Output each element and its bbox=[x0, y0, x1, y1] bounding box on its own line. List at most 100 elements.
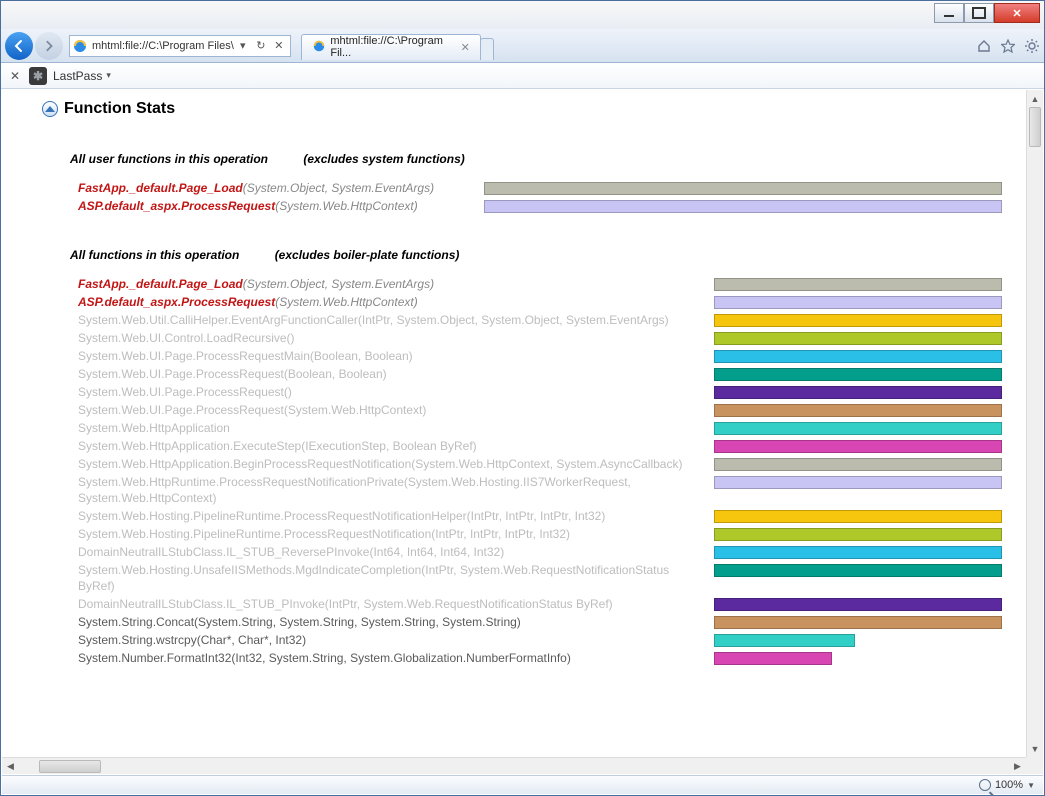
zoom-icon[interactable] bbox=[979, 779, 991, 791]
home-icon[interactable] bbox=[976, 38, 992, 54]
collapse-toggle-icon[interactable] bbox=[42, 101, 58, 117]
tools-icon[interactable] bbox=[1024, 38, 1040, 54]
function-label[interactable]: System.Web.UI.Page.ProcessRequestMain(Bo… bbox=[78, 348, 714, 364]
window-frame: mhtml:file://C:\Program Files\ ▾ ↻ ✕ mht… bbox=[0, 0, 1045, 796]
ie-logo-icon bbox=[72, 38, 88, 54]
scroll-corner bbox=[1026, 757, 1043, 774]
function-label[interactable]: System.Web.UI.Control.LoadRecursive() bbox=[78, 330, 714, 346]
function-row: System.Web.Hosting.PipelineRuntime.Proce… bbox=[78, 526, 1002, 542]
function-row: System.String.Concat(System.String, Syst… bbox=[78, 614, 1002, 630]
favorites-icon[interactable] bbox=[1000, 38, 1016, 54]
close-button[interactable] bbox=[994, 3, 1040, 23]
tab-close-icon[interactable]: ✕ bbox=[461, 41, 470, 54]
time-bar bbox=[714, 350, 1002, 363]
function-label[interactable]: DomainNeutralILStubClass.IL_STUB_PInvoke… bbox=[78, 596, 714, 612]
lastpass-dropdown-icon[interactable]: ▾ bbox=[106, 70, 111, 81]
time-bar bbox=[714, 564, 1002, 577]
time-bar bbox=[714, 368, 1002, 381]
lastpass-icon[interactable]: ✱ bbox=[29, 67, 47, 85]
function-label[interactable]: System.Web.Hosting.UnsafeIISMethods.MgdI… bbox=[78, 562, 714, 594]
function-label[interactable]: System.String.wstrcpy(Char*, Char*, Int3… bbox=[78, 632, 714, 648]
function-label[interactable]: System.Web.Util.CalliHelper.EventArgFunc… bbox=[78, 312, 714, 328]
function-row: FastApp._default.Page_Load(System.Object… bbox=[78, 180, 1002, 196]
browser-toolbar: mhtml:file://C:\Program Files\ ▾ ↻ ✕ mht… bbox=[1, 29, 1044, 63]
time-bar bbox=[714, 296, 1002, 309]
function-label[interactable]: System.Number.FormatInt32(Int32, System.… bbox=[78, 650, 714, 666]
time-bar bbox=[714, 404, 1002, 417]
arrow-left-icon bbox=[12, 39, 26, 53]
horizontal-scrollbar[interactable]: ◀ ▶ bbox=[2, 757, 1026, 774]
time-bar bbox=[714, 278, 1002, 291]
time-bar bbox=[714, 386, 1002, 399]
function-label[interactable]: System.Web.UI.Page.ProcessRequest(System… bbox=[78, 402, 714, 418]
forward-button[interactable] bbox=[35, 32, 63, 60]
back-button[interactable] bbox=[5, 32, 33, 60]
refresh-icon[interactable]: ↻ bbox=[252, 37, 270, 55]
function-label[interactable]: System.Web.UI.Page.ProcessRequest(Boolea… bbox=[78, 366, 714, 382]
vertical-scrollbar[interactable]: ▲ ▼ bbox=[1026, 90, 1043, 757]
function-label[interactable]: System.Web.HttpApplication.BeginProcessR… bbox=[78, 456, 714, 472]
title-bar bbox=[1, 1, 1044, 29]
function-row: System.Web.HttpRuntime.ProcessRequestNot… bbox=[78, 474, 1002, 506]
function-row: ASP.default_aspx.ProcessRequest(System.W… bbox=[78, 198, 1002, 214]
arrow-right-icon bbox=[43, 40, 55, 52]
time-bar bbox=[714, 652, 832, 665]
function-row: DomainNeutralILStubClass.IL_STUB_PInvoke… bbox=[78, 596, 1002, 612]
function-row: System.Web.HttpApplication bbox=[78, 420, 1002, 436]
scroll-down-icon[interactable]: ▼ bbox=[1027, 740, 1043, 757]
time-bar bbox=[484, 200, 1002, 213]
function-label[interactable]: ASP.default_aspx.ProcessRequest(System.W… bbox=[78, 294, 714, 310]
hscroll-thumb[interactable] bbox=[39, 760, 101, 773]
scroll-thumb[interactable] bbox=[1029, 107, 1041, 147]
function-row: System.Web.Util.CalliHelper.EventArgFunc… bbox=[78, 312, 1002, 328]
function-label[interactable]: System.Web.Hosting.PipelineRuntime.Proce… bbox=[78, 526, 714, 542]
scroll-right-icon[interactable]: ▶ bbox=[1009, 761, 1026, 772]
function-label[interactable]: System.Web.HttpApplication bbox=[78, 420, 714, 436]
address-bar[interactable]: mhtml:file://C:\Program Files\ ▾ ↻ ✕ bbox=[69, 35, 291, 57]
function-label[interactable]: System.Web.HttpApplication.ExecuteStep(I… bbox=[78, 438, 714, 454]
tab-strip: mhtml:file://C:\Program Fil... ✕ bbox=[301, 32, 494, 60]
tab-current[interactable]: mhtml:file://C:\Program Fil... ✕ bbox=[301, 34, 481, 60]
time-bar bbox=[714, 634, 855, 647]
function-row: System.Web.UI.Control.LoadRecursive() bbox=[78, 330, 1002, 346]
time-bar bbox=[714, 598, 1002, 611]
time-bar bbox=[714, 616, 1002, 629]
function-label[interactable]: System.Web.Hosting.PipelineRuntime.Proce… bbox=[78, 508, 714, 524]
new-tab-button[interactable] bbox=[480, 38, 494, 60]
function-label[interactable]: FastApp._default.Page_Load(System.Object… bbox=[78, 276, 714, 292]
content-viewport: Function Stats All user functions in thi… bbox=[2, 90, 1043, 774]
zoom-dropdown-icon[interactable]: ▼ bbox=[1027, 781, 1035, 790]
scroll-up-icon[interactable]: ▲ bbox=[1027, 90, 1043, 107]
time-bar bbox=[714, 440, 1002, 453]
time-bar bbox=[714, 458, 1002, 471]
time-bar bbox=[714, 510, 1002, 523]
time-bar bbox=[714, 528, 1002, 541]
tab-label: mhtml:file://C:\Program Fil... bbox=[330, 35, 454, 59]
function-label[interactable]: DomainNeutralILStubClass.IL_STUB_Reverse… bbox=[78, 544, 714, 560]
maximize-button[interactable] bbox=[964, 3, 994, 23]
extension-bar-close[interactable]: ✕ bbox=[7, 69, 23, 83]
section-header: Function Stats bbox=[42, 100, 1002, 118]
time-bar bbox=[714, 546, 1002, 559]
block-user-title: All user functions in this operation (ex… bbox=[70, 152, 1002, 166]
function-label[interactable]: ASP.default_aspx.ProcessRequest(System.W… bbox=[78, 198, 484, 214]
function-row: System.Web.Hosting.UnsafeIISMethods.MgdI… bbox=[78, 562, 1002, 594]
function-label[interactable]: FastApp._default.Page_Load(System.Object… bbox=[78, 180, 484, 196]
function-row: System.Web.UI.Page.ProcessRequest(Boolea… bbox=[78, 366, 1002, 382]
function-row: System.Web.UI.Page.ProcessRequest(System… bbox=[78, 402, 1002, 418]
function-row: System.String.wstrcpy(Char*, Char*, Int3… bbox=[78, 632, 1002, 648]
stop-icon[interactable]: ✕ bbox=[270, 37, 288, 55]
minimize-button[interactable] bbox=[934, 3, 964, 23]
dropdown-icon[interactable]: ▾ bbox=[234, 37, 252, 55]
function-label[interactable]: System.Web.UI.Page.ProcessRequest() bbox=[78, 384, 714, 400]
lastpass-label[interactable]: LastPass bbox=[53, 69, 102, 83]
section-title: Function Stats bbox=[64, 100, 175, 118]
function-row: System.Number.FormatInt32(Int32, System.… bbox=[78, 650, 1002, 666]
function-label[interactable]: System.Web.HttpRuntime.ProcessRequestNot… bbox=[78, 474, 714, 506]
time-bar bbox=[714, 314, 1002, 327]
function-label[interactable]: System.String.Concat(System.String, Syst… bbox=[78, 614, 714, 630]
zoom-level[interactable]: 100% bbox=[995, 779, 1023, 791]
function-row: FastApp._default.Page_Load(System.Object… bbox=[78, 276, 1002, 292]
function-row: System.Web.HttpApplication.ExecuteStep(I… bbox=[78, 438, 1002, 454]
scroll-left-icon[interactable]: ◀ bbox=[2, 761, 19, 772]
